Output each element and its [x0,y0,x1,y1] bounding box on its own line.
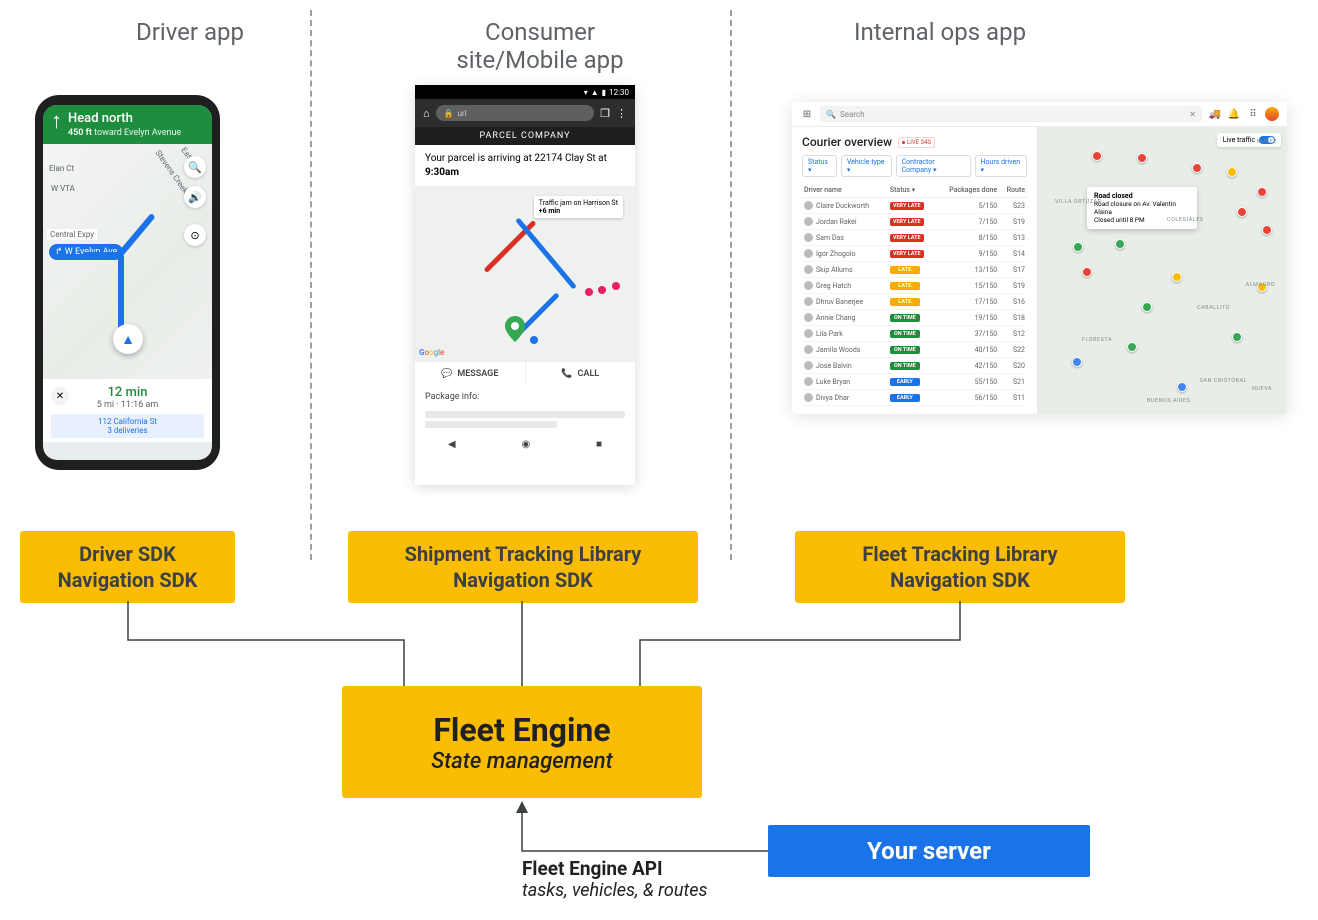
map-stop-dot [598,286,606,294]
table-row: Annie ChangON TIME19/150S18 [802,310,1027,326]
phone-status-bar: ▾▲▮12:30 [415,85,635,99]
parcel-map: Traffic jam on Harrison St +6 min Google [415,186,635,361]
url-text: url [458,109,467,118]
map-street-label: W VTA [51,184,75,193]
google-attribution: Google [419,348,444,357]
map-street-label: Central Expy [47,229,97,240]
apps-icon: ⠿ [1246,107,1260,121]
destination-pin-icon [505,316,525,345]
bell-icon: 🔔 [1227,107,1241,121]
filter-chip: Hours driven ▾ [975,155,1027,177]
column-separator [730,10,732,560]
table-row: Claire DuckworthVERY LATE5/150S23 [802,198,1027,214]
placeholder-line [425,421,557,428]
table-row: Jordan RakeiVERY LATE7/150S19 [802,214,1027,230]
volume-icon: 🔊 [184,186,206,208]
android-nav-bar: ◀ ◉ ■ [415,431,635,458]
up-arrow-icon: ↑ [51,111,62,133]
table-column-header: Driver name [802,183,888,198]
close-icon: ✕ [51,387,69,405]
trip-deliveries: 3 deliveries [51,426,204,435]
consumer-sdk-box: Shipment Tracking Library Navigation SDK [348,531,698,603]
compass-icon: ⊙ [184,224,206,246]
home-icon: ◉ [521,439,530,450]
column-separator [310,10,312,560]
home-icon: ⌂ [423,107,430,120]
table-column-header: Status ▾ [888,183,935,198]
filter-chip: Contractor Company ▾ [896,155,971,177]
traffic-alert: Traffic jam on Harrison St +6 min [534,196,623,218]
table-column-header: Route [999,183,1027,198]
avatar [1265,107,1279,121]
nav-direction-banner: ↑ Head north 450 ft toward Evelyn Avenue [43,105,212,144]
back-icon: ◀ [448,439,456,450]
table-row: Luke BryanEARLY55/150S21 [802,374,1027,390]
table-row: Sam DasVERY LATE8/150S13 [802,230,1027,246]
filter-chip: Vehicle type ▾ [841,155,892,177]
fleet-engine-box: Fleet Engine State management [342,686,702,798]
map-stop-dot [612,282,620,290]
lock-icon: 🔒 [444,109,454,118]
live-badge: LIVE 34S [898,137,935,148]
table-row: Skip AllumsLATE13/150S17 [802,262,1027,278]
ops-title: Courier overview [802,135,892,149]
table-row: Lila ParkON TIME37/150S12 [802,326,1027,342]
map-stop-dot [585,288,593,296]
fleet-engine-title: Fleet Engine [342,711,702,749]
table-row: Jamila WoodsON TIME40/150S22 [802,342,1027,358]
truck-icon: 🚚 [1208,107,1222,121]
trip-address: 112 California St [51,417,204,426]
recent-icon: ■ [596,439,602,450]
arrival-info: Your parcel is arriving at 22174 Clay St… [415,145,635,186]
search-icon: 🔍 [826,110,836,119]
courier-table: Driver nameStatus ▾Packages doneRoute Cl… [802,183,1027,406]
ops-sdk-box: Fleet Tracking Library Navigation SDK [795,531,1125,603]
search-icon: 🔍 [184,156,206,178]
nav-distance: 450 ft [68,128,92,138]
ops-map: Live traffic Road closed Road closure on… [1037,127,1287,414]
nav-toward: toward Evelyn Avenue [94,128,181,138]
column-header-consumer: Consumer site/Mobile app [400,18,680,74]
location-cursor-icon: ▲ [113,324,143,354]
consumer-app-mock: ▾▲▮12:30 ⌂ 🔒 url ❐ ⋮ PARCEL COMPANY Your … [415,85,635,485]
more-icon: ⋮ [616,107,627,120]
driver-map: Elan Ct W VTA Stevens Creek Fwy Easy St … [43,144,212,379]
message-button: 💬MESSAGE [415,362,526,386]
ops-topbar: ⊞ 🔍Search✕ 🚚 🔔 ⠿ [792,102,1287,127]
browser-url-bar: ⌂ 🔒 url ❐ ⋮ [415,99,635,127]
map-street-label: Elan Ct [49,164,74,173]
column-header-driver: Driver app [50,18,330,46]
table-row: Igor ZhogoloVERY LATE9/150S14 [802,246,1027,262]
table-column-header: Packages done [935,183,999,198]
column-header-ops: Internal ops app [800,18,1080,46]
trip-eta-sub: 5 mi · 11:16 am [51,400,204,410]
fleet-engine-api-label: Fleet Engine API [522,857,663,880]
driver-dot [530,336,538,344]
ops-dashboard-mock: ⊞ 🔍Search✕ 🚚 🔔 ⠿ Courier overview LIVE 3… [792,102,1287,414]
your-server-box: Your server [768,825,1090,877]
table-row: Dhruv BanerjeeLATE17/150S16 [802,294,1027,310]
call-button: 📞CALL [526,362,636,386]
trip-info-card: ✕ 12 min 5 mi · 11:16 am 112 California … [43,379,212,442]
driver-sdk-box: Driver SDK Navigation SDK [20,531,235,603]
parcel-company-header: PARCEL COMPANY [415,127,635,145]
table-row: Greg HatchLATE15/150S19 [802,278,1027,294]
nav-direction: Head north [68,111,181,126]
close-icon: ✕ [1189,110,1196,119]
placeholder-line [425,411,625,418]
ops-search-input: 🔍Search✕ [820,106,1202,122]
package-info-label: Package info: [415,386,635,408]
filter-chip: Status ▾ [802,155,837,177]
table-row: Divya DharEARLY56/150S11 [802,390,1027,406]
message-icon: 💬 [441,369,452,379]
fleet-engine-api-sub: tasks, vehicles, & routes [522,880,707,901]
trip-eta: 12 min [51,385,204,400]
phone-icon: 📞 [561,369,572,379]
fleet-engine-subtitle: State management [342,749,702,774]
grid-icon: ⊞ [800,107,814,121]
tabs-icon: ❐ [600,107,610,120]
table-row: José BalvinON TIME42/150S20 [802,358,1027,374]
driver-phone-mock: ↑ Head north 450 ft toward Evelyn Avenue… [35,95,220,470]
